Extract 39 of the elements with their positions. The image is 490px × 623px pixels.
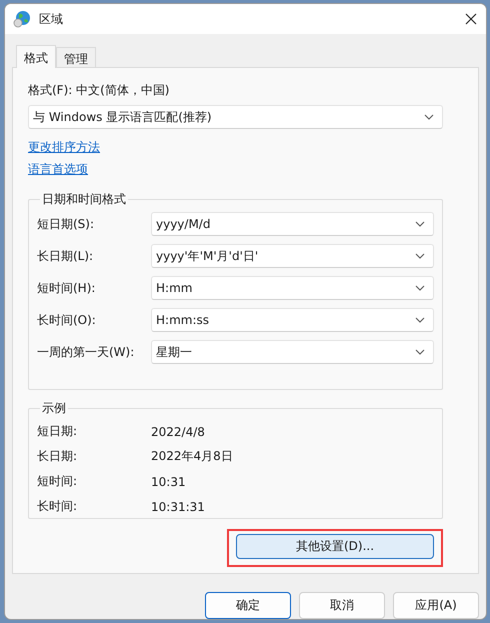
format-label: 格式(F): 中文(简体，中国) (28, 82, 170, 99)
example-value: 2022年4月8日 (151, 448, 234, 465)
example-label: 长日期: (37, 448, 78, 465)
example-value: 10:31:31 (151, 500, 206, 514)
link[interactable]: 语言首选项 (28, 161, 88, 178)
window-title: 区域 (39, 10, 64, 28)
dropdown[interactable]: yyyy/M/d (151, 212, 434, 236)
link[interactable]: 更改排序方法 (28, 139, 100, 156)
example-label: 长时间: (37, 498, 78, 515)
example-value: 2022/4/8 (151, 424, 206, 438)
field-label: 长日期(L): (37, 248, 94, 264)
dropdown[interactable]: H:mm (151, 276, 434, 300)
example-label: 短日期: (37, 423, 78, 440)
example-label: 短时间: (37, 473, 78, 490)
group-title: 示例 (41, 400, 67, 417)
close-icon (465, 13, 477, 25)
tab[interactable]: 管理 (56, 47, 96, 67)
globe-icon (13, 10, 31, 28)
dialog-button[interactable]: 取消 (299, 592, 385, 619)
chevron-down-icon (415, 253, 425, 259)
field-label: 长时间(O): (37, 312, 97, 328)
chevron-down-icon (415, 221, 425, 227)
dropdown[interactable]: yyyy'年'M'月'd'日' (151, 244, 434, 268)
additional-settings-button[interactable]: 其他设置(D)... (236, 534, 434, 559)
dialog-button[interactable]: 应用(A) (393, 592, 479, 619)
field-label: 短时间(H): (37, 280, 96, 296)
chevron-down-icon (415, 349, 425, 355)
field-label: 一周的第一天(W): (37, 344, 136, 360)
dialog-button[interactable]: 确定 (205, 592, 291, 619)
chevron-down-icon (424, 114, 434, 120)
field-label: 短日期(S): (37, 216, 96, 232)
dropdown[interactable]: 与 Windows 显示语言匹配(推荐) (28, 105, 443, 129)
dropdown[interactable]: H:mm:ss (151, 308, 434, 332)
example-value: 10:31 (151, 474, 187, 488)
dropdown[interactable]: 星期一 (151, 340, 434, 364)
group-title: 日期和时间格式 (41, 191, 127, 208)
chevron-down-icon (415, 317, 425, 323)
chevron-down-icon (415, 285, 425, 291)
tab[interactable]: 格式 (16, 45, 56, 68)
